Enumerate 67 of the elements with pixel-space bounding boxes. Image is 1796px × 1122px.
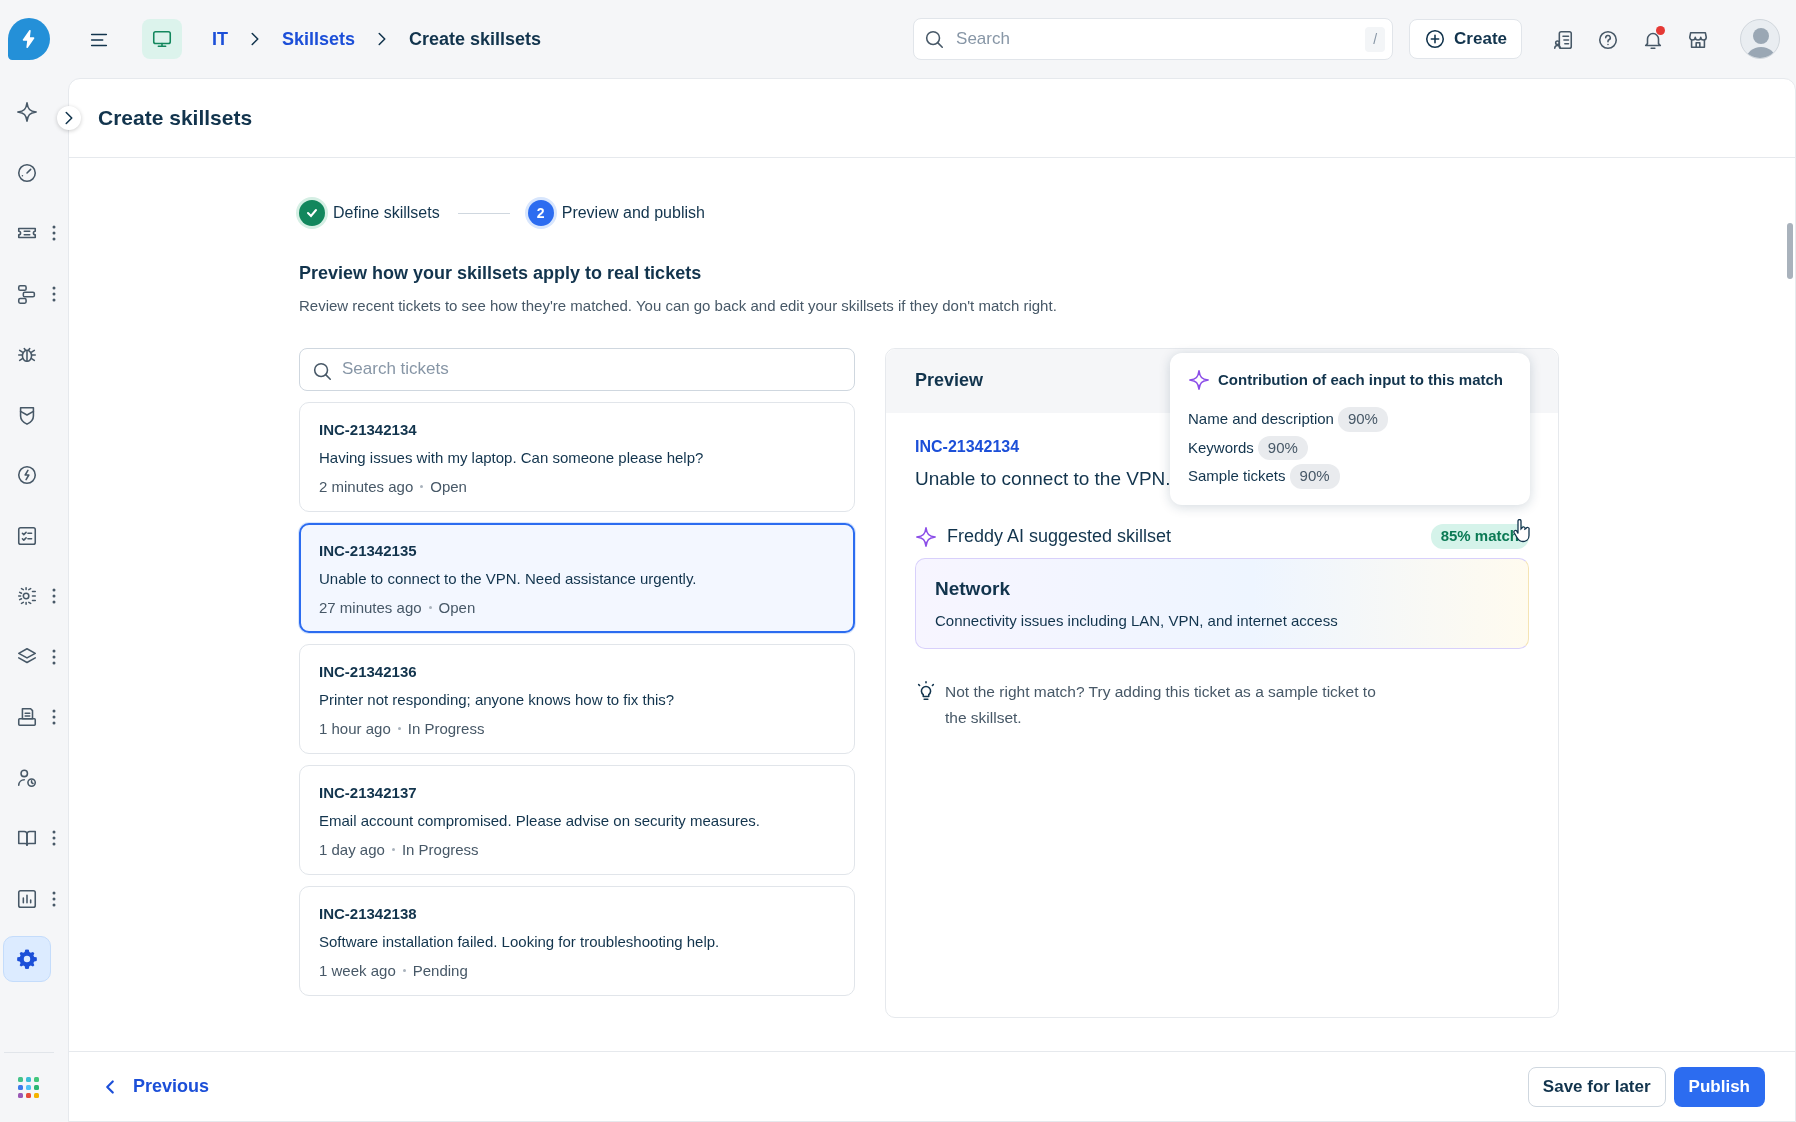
ticket-card[interactable]: INC-21342135 Unable to connect to the VPN. Need assistance urgently. 27 minutes ago Open xyxy=(299,522,855,633)
tip-text: Not the right match? Try adding this ticket as a sample ticket to the skillset. xyxy=(945,682,1377,728)
save-for-later-button[interactable]: Save for later xyxy=(1527,1066,1666,1107)
section-heading: Preview how your skillsets apply to real tickets xyxy=(299,262,703,285)
panel-title: Preview xyxy=(915,369,984,392)
search-icon xyxy=(923,28,946,50)
tooltip-title: Contribution of each input to this match xyxy=(1218,369,1503,390)
input-label: Name and description xyxy=(1188,409,1334,429)
previous-button[interactable]: Previous xyxy=(99,1073,210,1100)
unread-dot xyxy=(1656,26,1665,35)
ticket-card[interactable]: INC-21342138 Software installation failed. Looking for troubleshooting help. 1 week ago Pending xyxy=(299,885,855,996)
contribution-value: 90% xyxy=(1337,407,1388,432)
sparkle-icon xyxy=(16,101,38,124)
plus-circle-icon xyxy=(1424,28,1447,50)
breadcrumb-link[interactable]: Skillsets xyxy=(282,25,356,53)
skillset-name: Network xyxy=(935,577,1011,601)
step-indicator: 2 xyxy=(527,200,554,226)
person-clock-icon xyxy=(16,766,38,789)
app-grid-icon[interactable] xyxy=(18,1076,40,1099)
more-icon[interactable] xyxy=(52,890,56,907)
monitor-icon xyxy=(151,28,173,50)
bar-chart-icon xyxy=(16,887,38,910)
notifications-button[interactable] xyxy=(1642,27,1664,51)
scrollbar[interactable] xyxy=(1787,223,1793,279)
contribution-value: 90% xyxy=(1257,435,1308,460)
input-label: Sample tickets xyxy=(1188,466,1286,486)
document-tray-icon xyxy=(16,706,38,729)
more-icon[interactable] xyxy=(52,285,56,302)
skillset-description: Connectivity issues including LAN, VPN, and internet access xyxy=(935,610,1339,631)
more-icon[interactable] xyxy=(52,648,56,665)
app-logo[interactable] xyxy=(8,18,50,60)
gauge-icon xyxy=(16,161,38,184)
more-icon[interactable] xyxy=(52,830,56,847)
input-label: Keywords xyxy=(1188,437,1254,458)
page-title: Create skillsets xyxy=(98,105,253,131)
workspace-button[interactable] xyxy=(142,19,182,59)
sparkle-icon xyxy=(1188,368,1210,391)
help-icon xyxy=(1597,28,1619,51)
contribution-value: 90% xyxy=(1289,464,1340,489)
check-icon xyxy=(306,207,318,219)
sparkle-icon xyxy=(915,525,937,548)
hierarchy-icon xyxy=(16,282,38,305)
create-button[interactable]: Create xyxy=(1409,19,1522,59)
bolt-icon xyxy=(16,464,38,487)
breadcrumb-current: Create skillsets xyxy=(409,27,542,51)
ticket-link[interactable]: INC-21342134 xyxy=(915,437,1020,455)
suggestion-label: Freddy AI suggested skillset xyxy=(947,525,1172,548)
ticket-card[interactable]: INC-21342137 Email account compromised. Please advise on security measures. 1 day ago In Progress xyxy=(299,764,855,875)
ticket-card[interactable]: INC-21342136 Printer not responding; anyone knows how to fix this? 1 hour ago In Progress xyxy=(299,643,855,754)
publish-button[interactable]: Publish xyxy=(1673,1066,1765,1107)
ticket-card[interactable]: INC-21342134 Having issues with my laptop. Can someone please help? 2 minutes ago Open xyxy=(299,401,855,512)
checklist-icon xyxy=(16,524,38,547)
step-label: Preview and publish xyxy=(561,203,705,223)
contact-list-icon xyxy=(1552,28,1574,51)
nav-item[interactable] xyxy=(3,936,51,983)
section-description: Review recent tickets to see how they're matched. You can go back and edit your skillsets if they don't match right. xyxy=(299,296,1058,316)
more-icon[interactable] xyxy=(52,588,56,605)
ticket-search-field[interactable]: Search tickets xyxy=(299,347,855,391)
expand-sidebar-button[interactable] xyxy=(57,106,81,130)
step-label: Define skillsets xyxy=(333,203,440,223)
ticket-title: Unable to connect to the VPN. xyxy=(915,466,1171,491)
more-icon[interactable] xyxy=(52,709,56,726)
shortcut-key: / xyxy=(1365,27,1386,52)
settings-icon xyxy=(16,948,38,971)
breadcrumb-link[interactable]: IT xyxy=(212,25,228,53)
more-icon[interactable] xyxy=(52,225,56,242)
lightbulb-icon xyxy=(915,680,937,703)
